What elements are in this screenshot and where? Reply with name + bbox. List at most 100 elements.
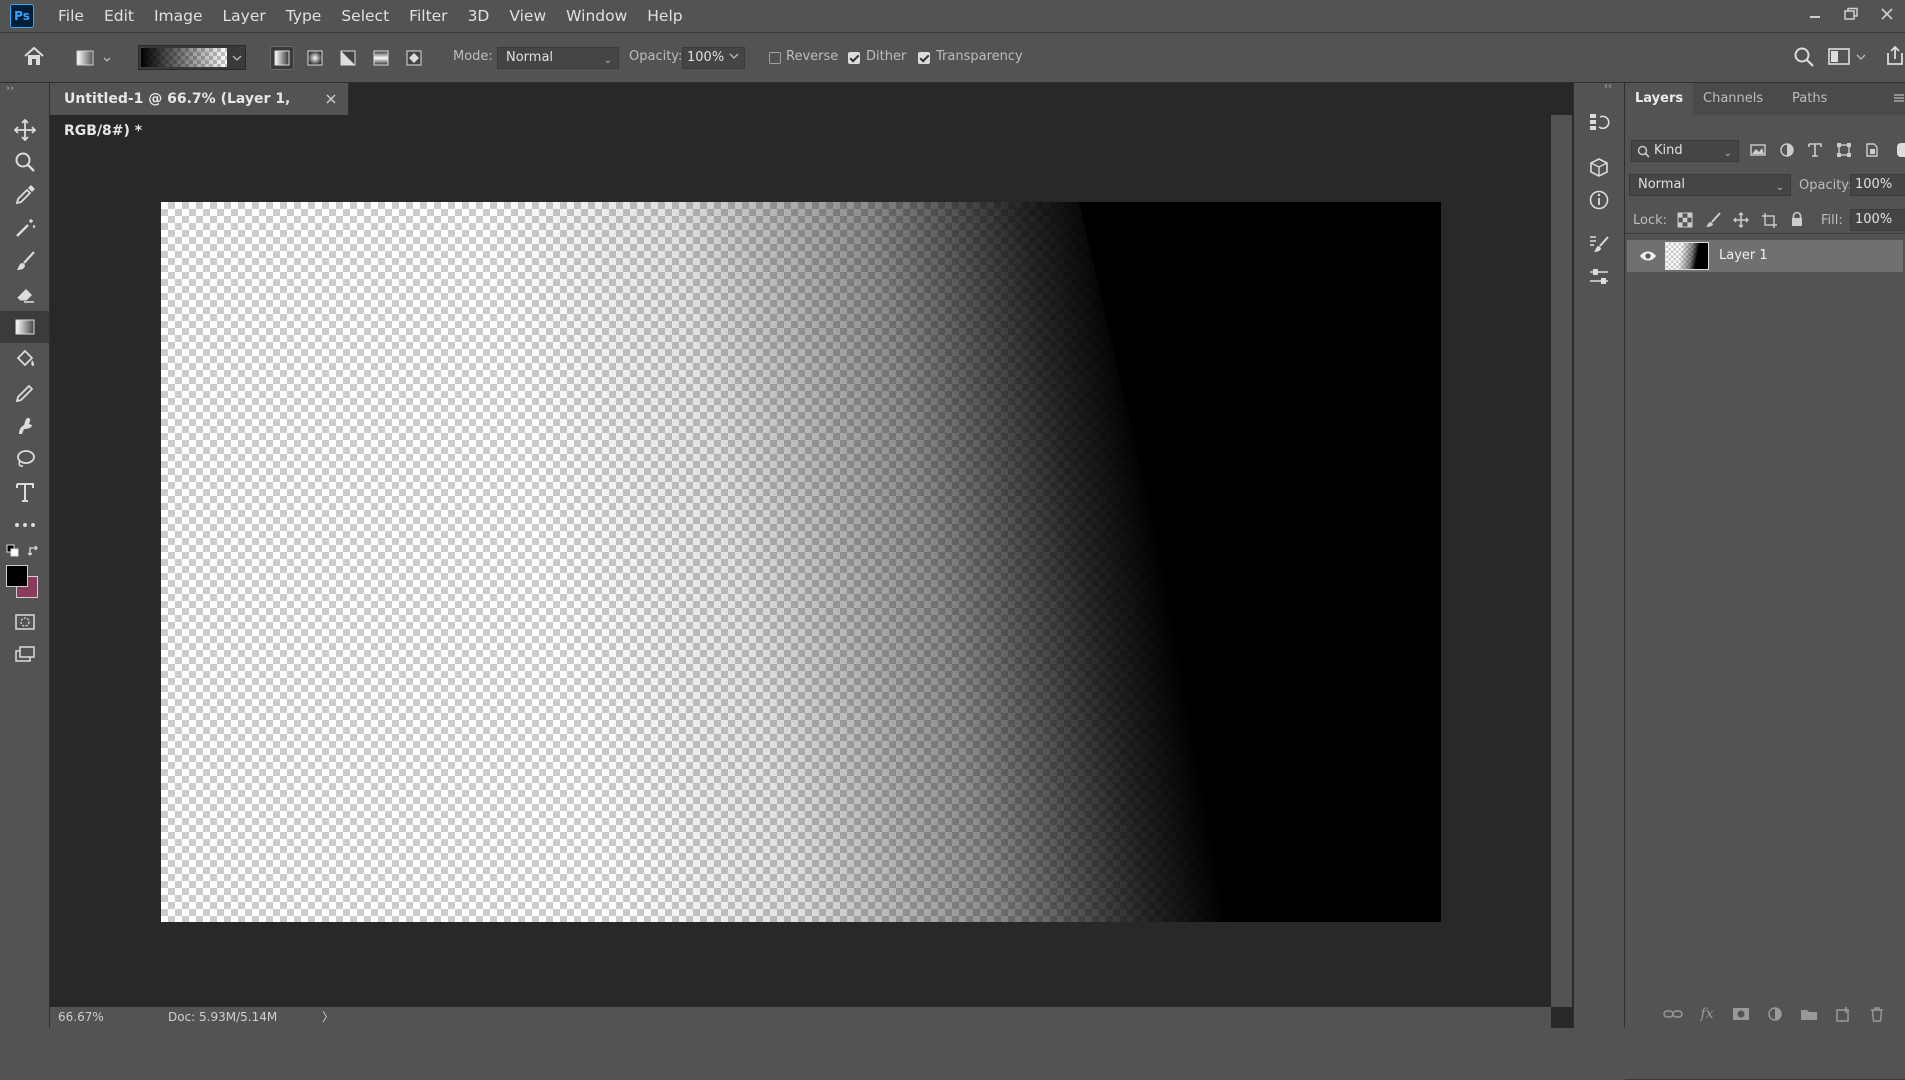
- document-tab[interactable]: Untitled-1 @ 66.7% (Layer 1, RGB/8#) *: [50, 83, 349, 139]
- pencil-tool[interactable]: [0, 377, 49, 409]
- filter-type-button[interactable]: [1806, 141, 1824, 159]
- lasso-tool[interactable]: [0, 443, 49, 475]
- quick-mask-button[interactable]: [0, 606, 49, 638]
- angle-gradient-button[interactable]: [336, 46, 360, 70]
- new-group-button[interactable]: [1798, 1004, 1820, 1024]
- link-layers-button[interactable]: [1662, 1004, 1684, 1024]
- vertical-scrollbar[interactable]: [1551, 115, 1572, 1007]
- menu-type[interactable]: Type: [276, 0, 332, 32]
- layer-visibility-toggle[interactable]: [1639, 249, 1657, 263]
- blend-mode-select[interactable]: Normal ⌄: [1629, 174, 1791, 196]
- lock-artboard-button[interactable]: [1761, 212, 1777, 228]
- pencil-icon: [15, 384, 33, 403]
- document-info: Doc: 5.93M/5.14M: [168, 1010, 278, 1024]
- tab-channels[interactable]: Channels: [1693, 83, 1773, 115]
- more-tools[interactable]: [0, 509, 49, 541]
- filter-toggle[interactable]: [1897, 143, 1905, 157]
- layer-name[interactable]: Layer 1: [1719, 248, 1768, 263]
- minimize-button[interactable]: [1797, 0, 1833, 28]
- menu-view[interactable]: View: [499, 0, 556, 32]
- menu-3d[interactable]: 3D: [458, 0, 500, 32]
- layer-row[interactable]: Layer 1: [1627, 240, 1903, 272]
- fill-field[interactable]: 100%: [1850, 209, 1905, 231]
- search-button[interactable]: [1793, 46, 1815, 68]
- info-panel-button[interactable]: [1574, 184, 1624, 216]
- collapse-panels-icon[interactable]: ‹‹: [1604, 81, 1612, 92]
- adjustment-layer-icon: [1768, 1007, 1782, 1021]
- collapse-toolbar-icon[interactable]: ››: [6, 83, 14, 94]
- eraser-tool[interactable]: [0, 278, 49, 310]
- workspace-button[interactable]: [1828, 47, 1868, 67]
- layer-style-button[interactable]: fx: [1696, 1004, 1718, 1024]
- new-adjustment-button[interactable]: [1764, 1004, 1786, 1024]
- type-icon: [1808, 143, 1822, 157]
- lock-all-button[interactable]: [1789, 211, 1805, 228]
- menu-filter[interactable]: Filter: [399, 0, 457, 32]
- menu-edit[interactable]: Edit: [94, 0, 144, 32]
- zoom-tool[interactable]: [0, 146, 49, 178]
- menu-layer[interactable]: Layer: [213, 0, 276, 32]
- layer-opacity-value: 100%: [1855, 177, 1893, 192]
- panel-menu-button[interactable]: [1893, 92, 1905, 104]
- menu-file[interactable]: File: [48, 0, 94, 32]
- filter-pixel-button[interactable]: [1749, 141, 1767, 159]
- smudge-tool[interactable]: [0, 410, 49, 442]
- menu-help[interactable]: Help: [637, 0, 692, 32]
- magic-wand-tool[interactable]: [0, 212, 49, 244]
- reverse-label: Reverse: [786, 49, 839, 64]
- paint-bucket-tool[interactable]: [0, 344, 49, 376]
- tab-layers[interactable]: Layers: [1625, 83, 1694, 115]
- close-tab-icon[interactable]: [325, 93, 337, 105]
- brush-settings-button[interactable]: [1574, 228, 1624, 260]
- adjustments-icon: [1590, 269, 1608, 284]
- lock-transparent-pixels-button[interactable]: [1677, 212, 1693, 228]
- type-tool[interactable]: [0, 476, 49, 508]
- share-button[interactable]: [1884, 45, 1904, 67]
- lock-image-pixels-button[interactable]: [1705, 212, 1721, 228]
- document-title: Untitled-1 @ 66.7% (Layer 1, RGB/8#) *: [64, 91, 291, 139]
- add-mask-button[interactable]: [1730, 1004, 1752, 1024]
- linear-gradient-button[interactable]: [270, 46, 294, 70]
- menu-image[interactable]: Image: [144, 0, 213, 32]
- lock-position-button[interactable]: [1733, 212, 1749, 228]
- delete-layer-button[interactable]: [1866, 1004, 1888, 1024]
- history-panel-button[interactable]: [1574, 106, 1624, 138]
- layer-filter-select[interactable]: Kind ⌄: [1631, 140, 1739, 162]
- home-icon: [24, 46, 44, 65]
- reflected-gradient-button[interactable]: [369, 46, 393, 70]
- dither-checkbox[interactable]: [848, 52, 860, 64]
- smart-object-icon: [1866, 143, 1878, 157]
- transparency-checkbox[interactable]: [918, 52, 930, 64]
- home-button[interactable]: [22, 45, 46, 67]
- restore-button[interactable]: [1833, 0, 1869, 28]
- layer-opacity-field[interactable]: 100%: [1850, 174, 1905, 196]
- new-layer-button[interactable]: [1832, 1004, 1854, 1024]
- menu-select[interactable]: Select: [331, 0, 399, 32]
- status-info-arrow[interactable]: 〉: [322, 1007, 334, 1028]
- gradient-tool[interactable]: [0, 311, 49, 343]
- diamond-gradient-button[interactable]: [402, 46, 426, 70]
- eyedropper-tool[interactable]: [0, 179, 49, 211]
- gradient-picker[interactable]: [138, 45, 246, 70]
- filter-shape-button[interactable]: [1835, 141, 1853, 159]
- swap-colors-button[interactable]: [27, 544, 41, 558]
- reverse-checkbox[interactable]: [769, 52, 781, 64]
- opacity-dropdown[interactable]: [728, 50, 740, 62]
- foreground-color-swatch[interactable]: [6, 565, 28, 587]
- adjustments-panel-button[interactable]: [1574, 261, 1624, 293]
- 3d-panel-button[interactable]: [1574, 152, 1624, 184]
- menu-window[interactable]: Window: [556, 0, 637, 32]
- image-canvas[interactable]: [161, 202, 1441, 922]
- filter-smart-object-button[interactable]: [1863, 141, 1881, 159]
- zoom-level[interactable]: 66.67%: [58, 1007, 104, 1028]
- tab-paths[interactable]: Paths: [1782, 83, 1837, 115]
- close-window-button[interactable]: [1869, 0, 1905, 28]
- screen-mode-button[interactable]: [0, 638, 49, 670]
- move-tool[interactable]: [0, 114, 49, 146]
- mode-select[interactable]: Normal ⌄: [497, 47, 619, 69]
- filter-adjustment-button[interactable]: [1778, 141, 1796, 159]
- default-colors-button[interactable]: [6, 544, 20, 558]
- radial-gradient-button[interactable]: [303, 46, 327, 70]
- brush-tool[interactable]: [0, 245, 49, 277]
- tool-preset-picker[interactable]: [74, 46, 114, 70]
